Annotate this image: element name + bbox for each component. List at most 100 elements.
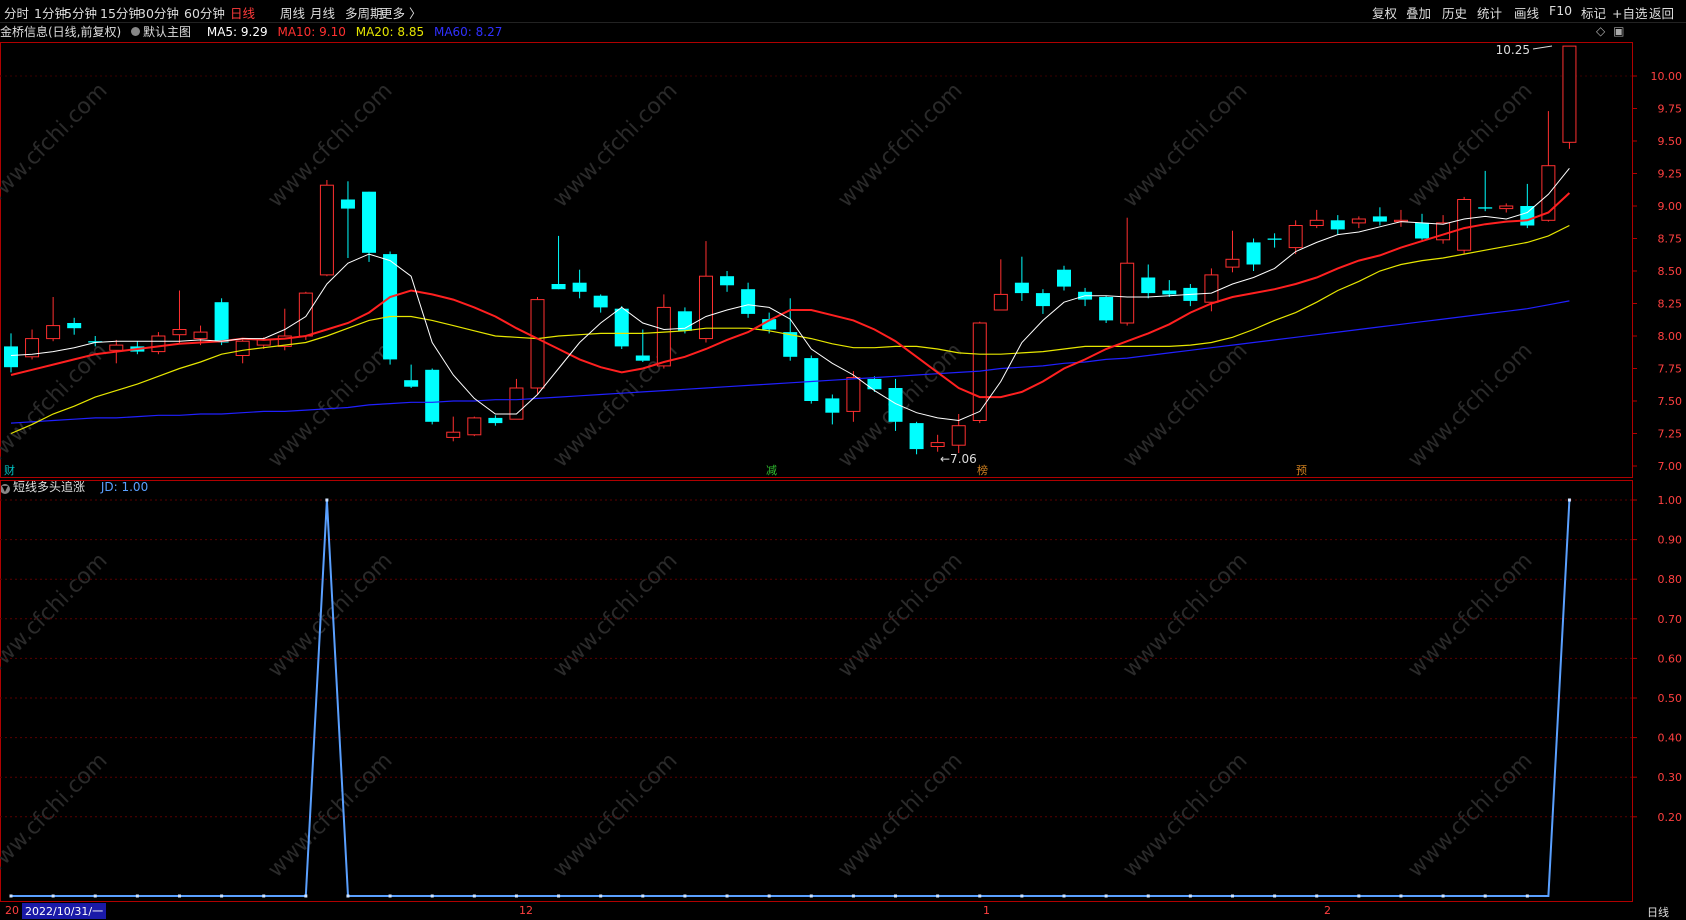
watermark-text: www.cfchi.com (1403, 338, 1537, 472)
indicator-point (135, 894, 139, 898)
candle-down (888, 388, 903, 422)
date-axis-bar: 20 2022/10/31/一 12 1 2 日线 (0, 903, 1686, 919)
indicator-point (1315, 894, 1319, 898)
watermark-text: www.cfchi.com (1403, 748, 1537, 882)
indicator-point (325, 498, 329, 502)
indicator-point (346, 894, 350, 898)
candle-up (151, 335, 166, 353)
indicator-point (1230, 894, 1234, 898)
indicator-tick-label: 0.60 (1658, 652, 1683, 665)
candle-down (1478, 207, 1493, 209)
candle-up (1457, 199, 1472, 251)
indicator-point (514, 894, 518, 898)
candle-down (1372, 216, 1387, 222)
candle-down (404, 380, 419, 387)
indicator-tick-label: 0.90 (1658, 534, 1683, 547)
month-label-2: 2 (1324, 904, 1331, 917)
watermark-text: www.cfchi.com (833, 548, 967, 682)
candle-up (930, 442, 945, 448)
high-pointer (1532, 45, 1553, 50)
price-tick-label: 9.00 (1658, 200, 1683, 213)
indicator-point (725, 894, 729, 898)
indicator-point (1357, 894, 1361, 898)
price-tick-label: 8.00 (1658, 330, 1683, 343)
watermark-text: www.cfchi.com (0, 78, 113, 212)
indicator-point (599, 894, 603, 898)
candle-down (909, 423, 924, 450)
watermark-text: www.cfchi.com (1118, 748, 1252, 882)
indicator-point (1441, 894, 1445, 898)
watermark-text: www.cfchi.com (1118, 78, 1252, 212)
indicator-tick-label: 0.80 (1658, 573, 1683, 586)
candle-down (614, 308, 629, 347)
candle-up (656, 306, 671, 367)
price-tick-label: 7.00 (1658, 460, 1683, 473)
candle-up (1499, 205, 1514, 210)
period-label: 日线 (1647, 906, 1669, 919)
candle-up (846, 377, 861, 412)
candle-down (1141, 277, 1156, 294)
indicator-point (1483, 894, 1487, 898)
cursor-date: 2022/10/31/一 (22, 903, 107, 919)
watermark-text: www.cfchi.com (0, 548, 113, 682)
indicator-point (1020, 894, 1024, 898)
indicator-point (177, 894, 181, 898)
indicator-point (809, 894, 813, 898)
indicator-point (220, 894, 224, 898)
indicator-point (1525, 894, 1529, 898)
candle-up (446, 431, 461, 438)
candle-up (235, 340, 250, 357)
candle-down (67, 323, 82, 329)
candle-up (1309, 219, 1324, 227)
candle-down (1099, 297, 1114, 321)
candle-up (467, 417, 482, 436)
candle-down (1330, 220, 1345, 230)
watermark-text: www.cfchi.com (0, 748, 113, 882)
watermark-text: www.cfchi.com (263, 338, 397, 472)
indicator-point (641, 894, 645, 898)
candle-down (1415, 222, 1430, 239)
indicator-point (472, 894, 476, 898)
candle-up (1562, 45, 1577, 143)
indicator-point (936, 894, 940, 898)
indicator-tick-label: 0.50 (1658, 692, 1683, 705)
price-tick-label: 9.50 (1658, 135, 1683, 148)
indicator-panel-border (0, 480, 1633, 902)
candle-down (362, 191, 377, 253)
candle-up (993, 293, 1008, 311)
watermark-text: www.cfchi.com (1118, 338, 1252, 472)
marker-0: 财 (4, 463, 15, 477)
candle-down (593, 295, 608, 308)
indicator-point (1104, 894, 1108, 898)
candle-down (1267, 238, 1282, 240)
candle-down (551, 284, 566, 290)
candle-down (572, 282, 587, 292)
candle-down (1162, 290, 1177, 295)
price-tick-label: 8.50 (1658, 265, 1683, 278)
indicator-point (262, 894, 266, 898)
candle-down (867, 378, 882, 390)
price-tick-label: 7.75 (1658, 363, 1683, 376)
watermark-text: www.cfchi.com (548, 748, 682, 882)
watermark-text: www.cfchi.com (1403, 548, 1537, 682)
indicator-point (1062, 894, 1066, 898)
indicator-point (1273, 894, 1277, 898)
indicator-point (1146, 894, 1150, 898)
candle-down (488, 417, 503, 424)
candle-down (635, 355, 650, 361)
indicator-point (767, 894, 771, 898)
price-tick-label: 7.50 (1658, 395, 1683, 408)
indicator-tick-label: 1.00 (1658, 494, 1683, 507)
candle-up (951, 425, 966, 446)
watermark-text: www.cfchi.com (1403, 78, 1537, 212)
indicator-point (93, 894, 97, 898)
candle-up (1351, 218, 1366, 224)
kline-chart[interactable]: www.cfchi.com www.cfchi.com www.cfchi.com w… (0, 0, 1686, 903)
indicator-point (51, 894, 55, 898)
candle-up (319, 184, 334, 276)
candle-up (193, 331, 208, 340)
indicator-point (557, 894, 561, 898)
candle-down (804, 358, 819, 401)
low-label: ←7.06 (940, 452, 977, 466)
candle-down (1014, 282, 1029, 294)
